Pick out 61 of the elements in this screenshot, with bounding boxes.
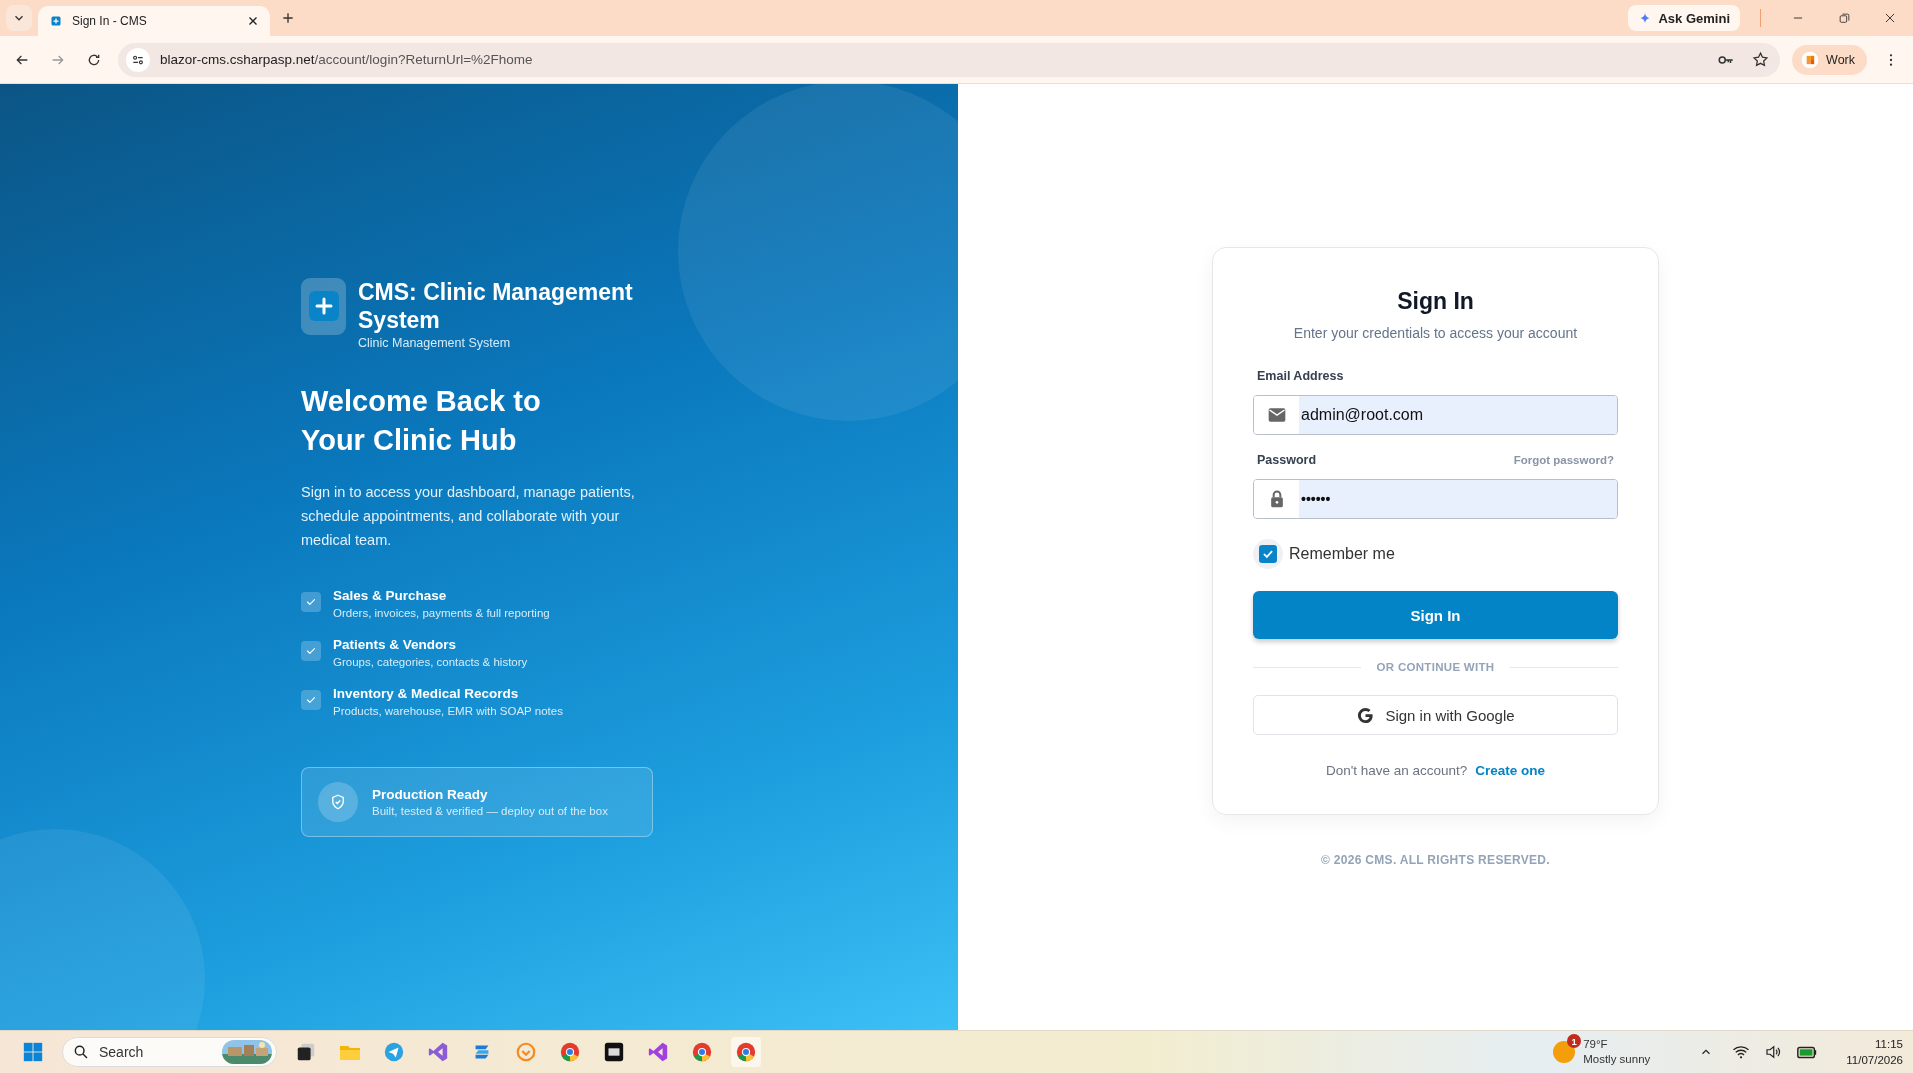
- feature-description: Orders, invoices, payments & full reporting: [333, 606, 550, 619]
- brand-title: CMS: Clinic Management System: [358, 277, 634, 334]
- signup-prompt: Don't have an account?: [1325, 763, 1468, 778]
- form-title: Sign In: [1396, 288, 1475, 315]
- search-icon: [73, 1044, 89, 1060]
- google-sign-in-button[interactable]: Sign in with Google: [1253, 695, 1618, 735]
- card-title: Production Ready: [372, 786, 489, 802]
- paper-plane-icon: [383, 1041, 405, 1063]
- url-text: blazor-cms.csharpasp.net/account/login?ReturnUrl=%2Fhome: [160, 52, 533, 67]
- mail-icon: [1266, 405, 1287, 425]
- windows-logo-icon: [22, 1041, 44, 1063]
- divider-text: OR CONTINUE WITH: [1376, 661, 1495, 673]
- ask-gemini-button[interactable]: Ask Gemini: [1628, 5, 1740, 31]
- field-label: Password: [1257, 453, 1317, 467]
- plus-icon: [280, 10, 296, 26]
- browser-icon[interactable]: [731, 1037, 761, 1067]
- taskbar-search[interactable]: Search: [62, 1037, 277, 1067]
- feature-title: Inventory & Medical Records: [333, 685, 520, 701]
- tab-list-button[interactable]: [6, 5, 32, 31]
- weather-condition: Mostly sunny: [1583, 1052, 1651, 1067]
- card-text: Built, tested & verified — deploy out of the box: [372, 804, 608, 817]
- feature-title: Patients & Vendors: [333, 636, 458, 652]
- temperature: 79°F: [1583, 1037, 1609, 1052]
- clock-time[interactable]: 11:15: [1875, 1036, 1903, 1052]
- address-bar[interactable]: blazor-cms.csharpasp.net/account/login?ReturnUrl=%2Fhome: [118, 42, 1781, 77]
- tab-title: Sign In - CMS: [72, 14, 148, 28]
- copyright-text: © 2026 CMS. ALL RIGHTS RESERVED.: [1321, 853, 1550, 867]
- chevron-circle-icon: [515, 1041, 537, 1063]
- site-info-button[interactable]: [126, 47, 150, 72]
- form-subtitle: Enter your credentials to access your account: [1292, 325, 1579, 341]
- feature-title: Sales & Purchase: [333, 587, 448, 603]
- google-g-icon: [1356, 705, 1376, 725]
- feature-description: Products, warehouse, EMR with SOAP notes: [333, 704, 563, 717]
- hero-description: Sign in to access your dashboard, manage patients, schedule appointments, and collaborate with your medical team.: [301, 482, 636, 550]
- dark-square-app-icon: [603, 1041, 625, 1063]
- remember-checkbox[interactable]: [1259, 545, 1277, 563]
- wifi-icon[interactable]: [1732, 1043, 1751, 1061]
- email-field[interactable]: admin@root.com: [1253, 395, 1618, 435]
- plus-square-icon: [50, 15, 62, 27]
- password-field[interactable]: ••••••: [1253, 479, 1618, 519]
- star-icon: [1751, 51, 1769, 68]
- feature-description: Groups, categories, contacts & history: [333, 655, 528, 668]
- brand-subtitle: Clinic Management System: [358, 335, 512, 350]
- profile-button[interactable]: Work: [1792, 44, 1867, 75]
- remember-label: Remember me: [1289, 545, 1395, 563]
- clock-date[interactable]: 11/07/2026: [1846, 1052, 1903, 1068]
- welcome-heading: Welcome Back to Your Clinic Hub: [301, 383, 542, 458]
- browser-icon: [559, 1041, 581, 1063]
- browser-icon: [735, 1041, 757, 1063]
- browser-tab[interactable]: Sign In - CMS: [38, 6, 270, 36]
- profile-logo-icon: [1800, 49, 1821, 70]
- browser-icon: [691, 1041, 713, 1063]
- create-account-link[interactable]: Create one: [1475, 763, 1546, 778]
- plus-square-icon: [307, 290, 340, 322]
- notification-badge: 1: [1567, 1034, 1582, 1048]
- sign-in-button[interactable]: Sign In: [1253, 591, 1618, 639]
- close-icon: [1883, 11, 1897, 25]
- field-label: Email Address: [1257, 369, 1344, 383]
- stacked-squares-icon: [295, 1041, 317, 1063]
- restore-icon: [1837, 11, 1851, 25]
- speaker-icon[interactable]: [1764, 1043, 1783, 1061]
